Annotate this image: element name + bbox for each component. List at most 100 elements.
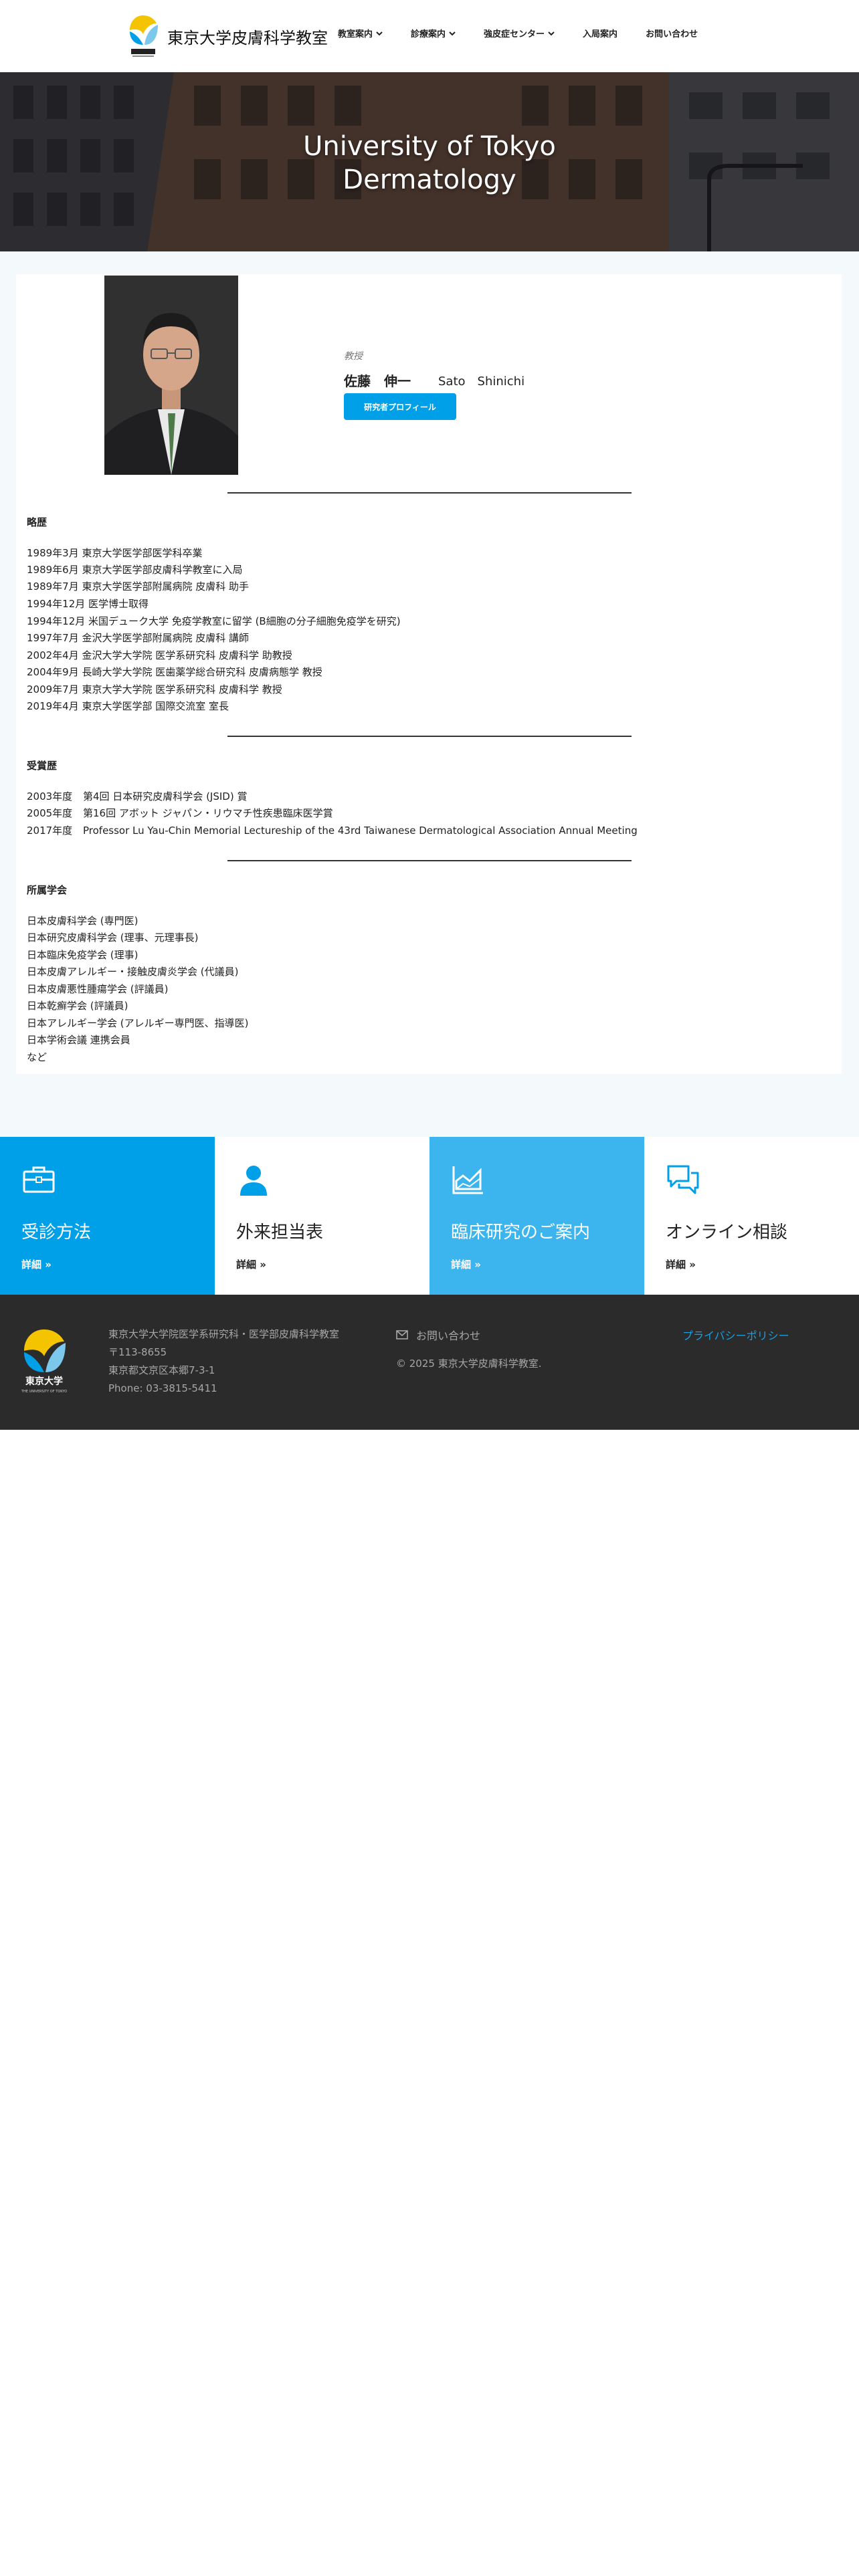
tile-title: 外来担当表 — [236, 1222, 324, 1243]
tile-how-to-visit[interactable]: 受診方法 詳細 » — [0, 1137, 215, 1295]
footer-contact-label: お問い合わせ — [416, 1329, 481, 1342]
award-year: 2005年度 — [27, 807, 73, 819]
award-text: 第16回 アボット ジャパン・リウマチ性疾患臨床医学賞 — [83, 807, 333, 819]
society-item: 日本研究皮膚科学会 (理事、元理事長) — [27, 932, 199, 944]
history-item: 1989年6月 東京大学医学部皮膚科学教室に入局 — [27, 564, 243, 576]
double-chevron-right-icon: » — [260, 1259, 266, 1271]
tile-link-label: 詳細 — [21, 1259, 42, 1271]
professor-portrait-photo — [104, 276, 238, 475]
section-divider — [227, 860, 632, 861]
double-chevron-right-icon: » — [689, 1259, 696, 1271]
double-chevron-right-icon: » — [45, 1259, 52, 1271]
history-item: 1989年3月 東京大学医学部医学科卒業 — [27, 547, 203, 559]
society-item: 日本アレルギー学会 (アレルギー専門医、指導医) — [27, 1017, 249, 1029]
chevron-down-icon — [376, 31, 383, 35]
tile-link-label: 詳細 — [666, 1259, 686, 1271]
history-heading: 略歴 — [27, 516, 47, 528]
site-logo-link[interactable]: 東京大学皮膚科学教室 — [126, 12, 328, 60]
site-footer: 東京大学 THE UNIVERSITY OF TOKYO 東京大学大学院医学系研… — [0, 1295, 859, 1430]
award-item: 2017年度 Professor Lu Yau-Chin Memorial Lec… — [27, 823, 638, 837]
society-item: 日本臨床免疫学会 (理事) — [27, 949, 138, 961]
nav-item-label: 診療案内 — [411, 29, 446, 39]
society-item: 日本学術会議 連携会員 — [27, 1034, 130, 1046]
tile-clinical-research[interactable]: 臨床研究のご案内 詳細 » — [430, 1137, 644, 1295]
award-text: 第4回 日本研究皮膚科学会 (JSID) 賞 — [83, 790, 248, 802]
tile-detail-link[interactable]: 詳細 » — [21, 1257, 52, 1271]
researcher-profile-button[interactable]: 研究者プロフィール — [344, 393, 456, 420]
society-item: 日本皮膚科学会 (専門医) — [27, 915, 138, 927]
tile-title: オンライン相談 — [666, 1222, 788, 1243]
footer-address-line: 東京都文京区本郷7-3-1 — [108, 1364, 215, 1376]
footer-address-line: 〒113-8655 — [108, 1346, 167, 1358]
tile-online-consultation[interactable]: オンライン相談 詳細 » — [644, 1137, 859, 1295]
feature-tiles: 受診方法 詳細 » 外来担当表 詳細 » 臨床研究のご案内 詳細 » オンライン… — [0, 1137, 859, 1295]
footer-address-line: 東京大学大学院医学系研究科・医学部皮膚科学教室 — [108, 1328, 340, 1340]
footer-university-logo-icon: 東京大学 THE UNIVERSITY OF TOKYO — [19, 1325, 70, 1399]
nav-item-recruitment[interactable]: 入局案内 — [583, 27, 617, 39]
tile-detail-link[interactable]: 詳細 » — [451, 1257, 481, 1271]
nav-item-label: 強皮症センター — [484, 29, 545, 39]
tile-link-label: 詳細 — [451, 1259, 472, 1271]
history-item: 1989年7月 東京大学医学部附属病院 皮膚科 助手 — [27, 580, 250, 593]
history-item: 2004年9月 長崎大学大学院 医歯薬学総合研究科 皮膚病態学 教授 — [27, 666, 322, 678]
societies-heading: 所属学会 — [27, 884, 68, 896]
award-text: Professor Lu Yau-Chin Memorial Lecturesh… — [83, 825, 638, 837]
society-item: など — [27, 1051, 47, 1063]
chat-bubbles-icon — [667, 1165, 699, 1194]
awards-heading: 受賞歴 — [27, 760, 58, 772]
tile-title: 臨床研究のご案内 — [451, 1222, 591, 1243]
professor-role: 教授 — [344, 351, 363, 362]
double-chevron-right-icon: » — [474, 1259, 481, 1271]
history-item: 2009年7月 東京大学大学院 医学系研究科 皮膚科学 教授 — [27, 683, 282, 695]
nav-item-label: お問い合わせ — [646, 29, 698, 39]
tile-link-label: 詳細 — [236, 1259, 257, 1271]
footer-logo-subcaption: THE UNIVERSITY OF TOKYO — [21, 1390, 67, 1394]
footer-logo-caption: 東京大学 — [25, 1376, 63, 1387]
footer-copyright: © 2025 東京大学皮膚科学教室. — [396, 1358, 542, 1370]
nav-item-label: 入局案内 — [583, 29, 618, 39]
nav-item-contact[interactable]: お問い合わせ — [646, 27, 698, 39]
award-item: 2005年度 第16回 アボット ジャパン・リウマチ性疾患臨床医学賞 — [27, 806, 333, 820]
footer-address: 東京大学大学院医学系研究科・医学部皮膚科学教室 〒113-8655 東京都文京区… — [108, 1325, 339, 1398]
society-item: 日本乾癬学会 (評議員) — [27, 1000, 128, 1012]
section-divider — [227, 492, 632, 494]
envelope-icon — [396, 1330, 408, 1339]
society-item: 日本皮膚悪性腫瘍学会 (評議員) — [27, 983, 169, 995]
nav-item-about[interactable]: 教室案内 — [338, 27, 383, 39]
hero-title-line1: University of Tokyo — [303, 131, 556, 162]
history-item: 1994年12月 医学博士取得 — [27, 598, 149, 610]
tile-outpatient-schedule[interactable]: 外来担当表 詳細 » — [215, 1137, 430, 1295]
chevron-down-icon — [449, 31, 456, 35]
nav-item-clinical[interactable]: 診療案内 — [411, 27, 456, 39]
award-year: 2017年度 — [27, 825, 73, 837]
tile-detail-link[interactable]: 詳細 » — [666, 1257, 696, 1271]
section-divider — [227, 736, 632, 737]
page-blank-area — [0, 1430, 859, 2576]
area-chart-icon — [452, 1166, 483, 1194]
society-item: 日本皮膚アレルギー・接触皮膚炎学会 (代議員) — [27, 966, 239, 978]
history-item: 1994年12月 米国デューク大学 免疫学教室に留学 (B細胞の分子細胞免疫学を… — [27, 615, 401, 627]
university-logo-icon — [126, 13, 161, 60]
site-header: 東京大学皮膚科学教室 教室案内 診療案内 強皮症センター 入局案内 お問い合わせ — [0, 0, 859, 72]
history-item: 1997年7月 金沢大学医学部附属病院 皮膚科 講師 — [27, 632, 250, 644]
footer-address-line: Phone: 03-3815-5411 — [108, 1382, 217, 1394]
hero-banner: University of Tokyo Dermatology — [0, 72, 859, 251]
main-nav: 教室案内 診療案内 強皮症センター 入局案内 お問い合わせ — [338, 27, 726, 39]
hero-title: University of Tokyo Dermatology — [0, 130, 859, 197]
site-title[interactable]: 東京大学皮膚科学教室 — [167, 25, 328, 48]
tile-detail-link[interactable]: 詳細 » — [236, 1257, 266, 1271]
privacy-policy-link[interactable]: プライバシーポリシー — [682, 1327, 789, 1343]
history-item: 2002年4月 金沢大学大学院 医学系研究科 皮膚科学 助教授 — [27, 649, 292, 661]
award-year: 2003年度 — [27, 790, 73, 802]
chevron-down-icon — [548, 31, 555, 35]
hero-title-line2: Dermatology — [343, 165, 516, 195]
briefcase-icon — [23, 1166, 55, 1193]
history-item: 2019年4月 東京大学医学部 国際交流室 室長 — [27, 700, 229, 712]
person-icon — [240, 1166, 267, 1196]
professor-name-en: Sato Shinichi — [438, 374, 525, 389]
professor-name-ja: 佐藤 伸一 — [344, 373, 411, 389]
footer-contact-link[interactable]: お問い合わせ — [396, 1327, 480, 1343]
nav-item-scleroderma-center[interactable]: 強皮症センター — [484, 27, 555, 39]
award-item: 2003年度 第4回 日本研究皮膚科学会 (JSID) 賞 — [27, 789, 247, 803]
nav-item-label: 教室案内 — [338, 29, 373, 39]
